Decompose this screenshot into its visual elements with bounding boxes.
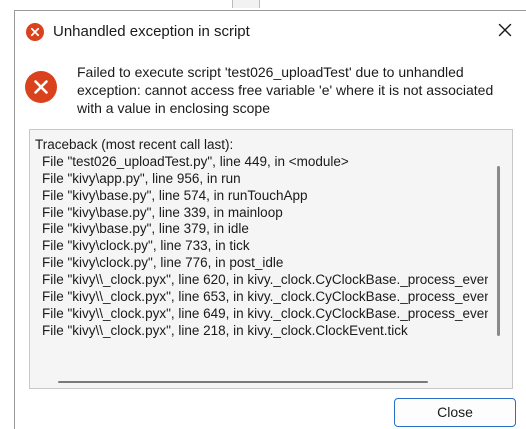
traceback-line: Traceback (most recent call last): [35,137,234,152]
traceback-line: File "kivy\base.py", line 339, in mainlo… [42,204,283,220]
traceback-line: File "kivy\\_clock.pyx", line 653, in ki… [42,289,488,305]
traceback-panel[interactable]: Traceback (most recent call last): File … [29,129,513,389]
traceback-line: File "kivy\base.py", line 379, in idle [42,221,249,237]
traceback-line: File "kivy\clock.py", line 733, in tick [42,238,250,254]
error-icon [25,71,57,103]
exception-dialog: Unhandled exception in script Failed to … [14,10,526,429]
traceback-line: File "kivy\clock.py", line 776, in post_… [42,255,284,271]
error-message: Failed to execute script 'test026_upload… [77,64,494,116]
close-button[interactable]: Close [394,398,516,427]
traceback-text: Traceback (most recent call last): File … [35,137,488,372]
dialog-title: Unhandled exception in script [53,23,250,40]
traceback-line: File "kivy\app.py", line 956, in run [42,170,241,186]
traceback-line: File "test026_uploadTest.py", line 449, … [42,153,349,169]
close-icon[interactable] [494,19,516,41]
traceback-line: File "kivy\\_clock.pyx", line 620, in ki… [42,272,488,288]
traceback-line: File "kivy\\_clock.pyx", line 218, in ki… [42,322,408,338]
title-bar: Unhandled exception in script [15,11,526,47]
traceback-line: File "kivy\\_clock.pyx", line 649, in ki… [42,305,488,321]
error-icon [26,23,44,41]
traceback-line: File "kivy\base.py", line 574, in runTou… [42,187,308,203]
background-tab [232,0,260,8]
vertical-scrollbar[interactable] [497,166,500,336]
horizontal-scrollbar[interactable] [58,381,428,383]
